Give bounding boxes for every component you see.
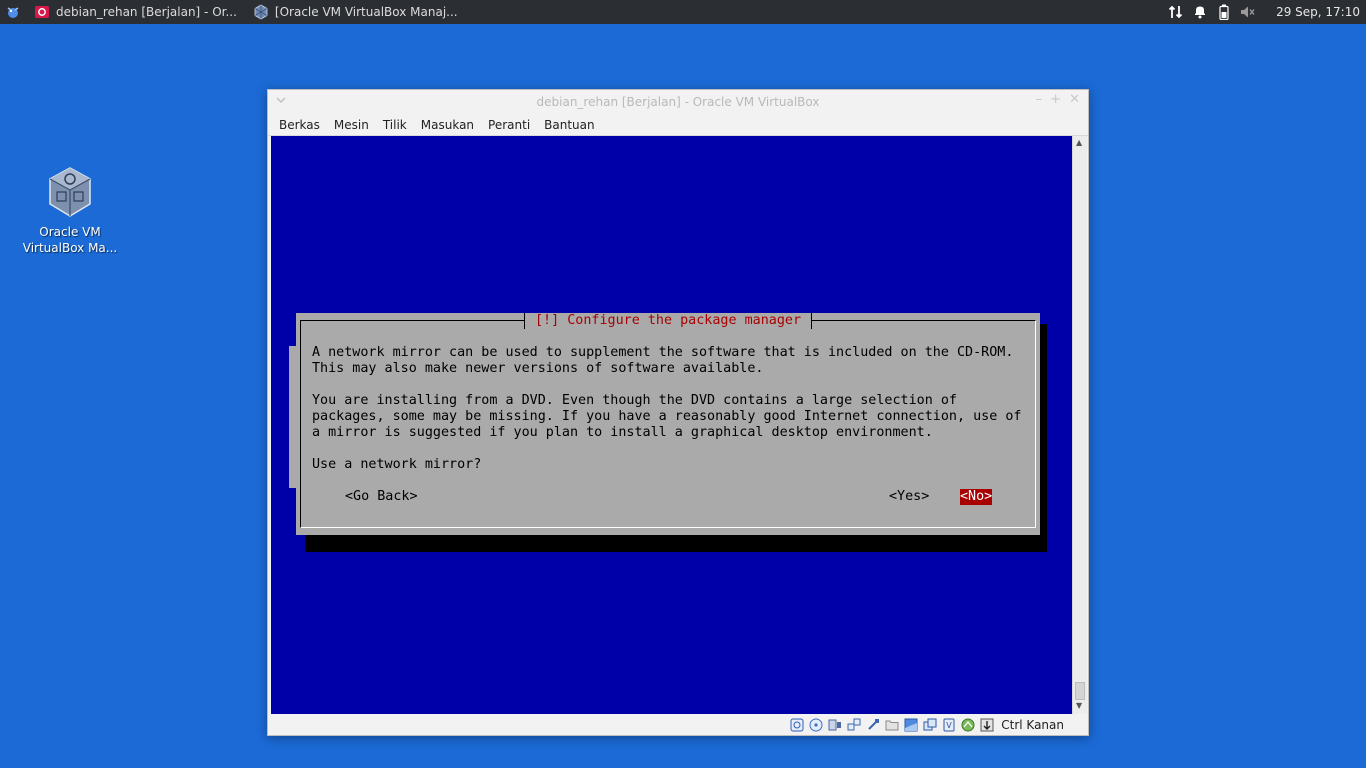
desktop-icon-label: Oracle VM VirtualBox Ma... [22,225,118,255]
network-adapter-icon[interactable] [846,717,862,733]
whisker-menu-icon[interactable] [0,0,26,24]
capture-icon[interactable] [922,717,938,733]
taskbar-item-label: debian_rehan [Berjalan] - Or... [56,5,237,19]
vertical-scrollbar[interactable]: ▲ ▼ [1072,136,1087,714]
usb-icon[interactable] [865,717,881,733]
system-tray: 29 Sep, 17:10 [1164,0,1366,24]
virtualbox-cube-icon [46,166,94,218]
window-titlebar[interactable]: debian_rehan [Berjalan] - Oracle VM Virt… [268,90,1088,114]
vm-screen[interactable]: [!] Configure the package manager A netw… [271,136,1072,714]
menu-berkas[interactable]: Berkas [272,118,327,132]
svg-text:V: V [947,721,953,730]
virtualization-icon[interactable] [960,717,976,733]
scroll-down-icon[interactable]: ▼ [1076,701,1082,710]
menu-tilik[interactable]: Tilik [376,118,414,132]
taskbar-item-vm[interactable]: debian_rehan [Berjalan] - Or... [26,0,245,24]
volume-muted-icon[interactable] [1236,0,1260,24]
menu-bantuan[interactable]: Bantuan [537,118,601,132]
menu-mesin[interactable]: Mesin [327,118,376,132]
desktop-icon-virtualbox[interactable]: Oracle VM VirtualBox Ma... [22,166,118,256]
vm-statusbar: V Ctrl Kanan [268,714,1088,736]
mouse-integration-icon[interactable] [979,717,995,733]
notification-bell-icon[interactable] [1188,0,1212,24]
dialog-question: Use a network mirror? [312,457,482,472]
menu-masukan[interactable]: Masukan [414,118,481,132]
vm-window: debian_rehan [Berjalan] - Oracle VM Virt… [267,89,1089,736]
virtualbox-icon [253,4,269,20]
no-button[interactable]: <No> [960,489,993,505]
audio-icon[interactable] [827,717,843,733]
dialog-text-line: This may also make newer versions of sof… [312,361,764,376]
taskbar-item-label: [Oracle VM VirtualBox Manaj... [274,5,458,19]
shared-folder-icon[interactable] [884,717,900,733]
dialog-text-line: You are installing from a DVD. Even thou… [312,393,957,408]
minimize-icon[interactable]: – [1036,92,1043,107]
clock[interactable]: 29 Sep, 17:10 [1260,5,1366,19]
window-menu-icon[interactable] [276,94,286,108]
maximize-icon[interactable]: + [1050,92,1061,107]
display-icon[interactable] [903,717,919,733]
menu-peranti[interactable]: Peranti [481,118,537,132]
dialog-text-line: a mirror is suggested if you plan to ins… [312,425,933,440]
scroll-thumb[interactable] [1075,682,1085,700]
taskbar-item-manager[interactable]: [Oracle VM VirtualBox Manaj... [245,0,466,24]
network-icon[interactable] [1164,0,1188,24]
window-menubar: Berkas Mesin Tilik Masukan Peranti Bantu… [268,114,1088,136]
window-title: debian_rehan [Berjalan] - Oracle VM Virt… [536,95,820,109]
optical-drive-icon[interactable] [808,717,824,733]
hard-disk-icon[interactable] [789,717,805,733]
close-icon[interactable]: ✕ [1069,92,1080,107]
cpu-icon[interactable]: V [941,717,957,733]
battery-icon[interactable] [1212,0,1236,24]
yes-button[interactable]: <Yes> [889,489,929,505]
installer-dialog: [!] Configure the package manager A netw… [296,313,1040,535]
debian-icon [34,4,50,20]
dialog-title: [!] Configure the package manager [524,313,813,329]
host-key-label: Ctrl Kanan [1001,718,1064,732]
go-back-button[interactable]: <Go Back> [345,489,418,505]
scroll-up-icon[interactable]: ▲ [1076,138,1082,147]
dialog-text-line: A network mirror can be used to suppleme… [312,345,1014,360]
top-panel: debian_rehan [Berjalan] - Or... [Oracle … [0,0,1366,24]
dialog-text-line: packages, some may be missing. If you ha… [312,409,1022,424]
